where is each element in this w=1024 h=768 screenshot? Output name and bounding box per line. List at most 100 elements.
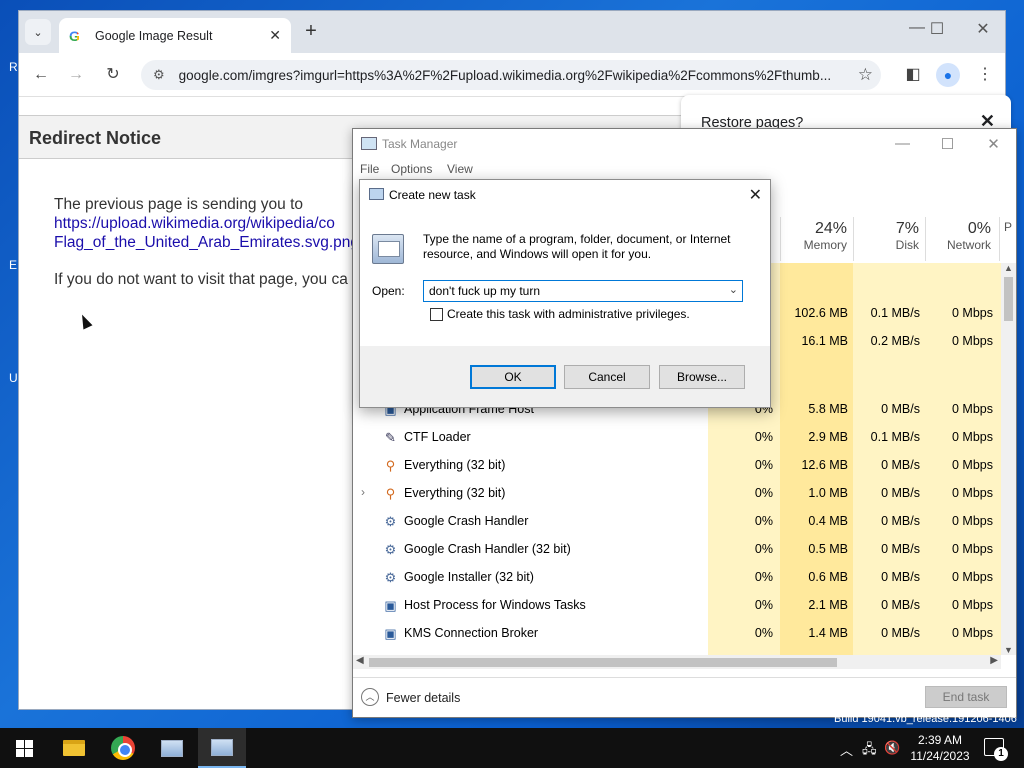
disk-value: 0 MB/s [881,598,920,612]
network-icon[interactable]: 🖧 [862,740,877,762]
cpu-value: 0% [754,514,773,528]
admin-privileges-checkbox[interactable]: Create this task with administrative pri… [430,307,690,321]
network-value: 0 Mbps [952,542,993,556]
scroll-thumb[interactable] [1004,277,1013,321]
table-row[interactable]: ✎ CTF Loader 0% 2.9 MB 0.1 MB/s 0 Mbps [353,423,1001,451]
task-manager-icon [361,137,377,150]
power-column-header[interactable]: P [999,217,1017,261]
redirect-warning: If you do not want to visit that page, y… [54,271,348,288]
back-arrow-icon: ← [33,66,49,83]
power-label: P [1004,220,1013,234]
table-row[interactable]: › ⚲ Everything (32 bit) 0% 1.0 MB 0 MB/s 0 Mbp… [353,479,1001,507]
maximize-button[interactable]: ☐ [925,135,970,153]
disk-value: 0 MB/s [881,402,920,416]
windows-logo-icon [15,739,33,757]
network-column-header[interactable]: 0% Network [925,217,997,261]
table-row[interactable]: ⚙ Google Crash Handler (32 bit) 0% 0.5 MB 0 … [353,535,1001,563]
vertical-scrollbar[interactable]: ▲ ▼ [1001,263,1016,655]
memory-value: 2.1 MB [808,598,848,612]
tab-google-image-result[interactable]: G Google Image Result ✕ [59,18,291,53]
chrome-menu-button[interactable]: ⋮ [973,63,997,87]
close-window-button[interactable]: ✕ [971,135,1016,153]
chevron-up-icon[interactable]: ︿ [361,688,379,706]
tab-close-icon[interactable]: ✕ [269,27,281,44]
chevron-down-icon[interactable]: ⌄ [729,283,738,296]
open-input[interactable]: don't fuck up my turn ⌄ [423,280,743,302]
end-task-button[interactable]: End task [925,686,1007,708]
bookmark-star-icon[interactable]: ☆ [858,65,873,85]
reload-button[interactable]: ↻ [101,63,125,87]
open-input-value: don't fuck up my turn [429,284,541,298]
close-icon[interactable]: ✕ [749,185,762,205]
chevron-up-icon[interactable]: ︿ [840,740,853,759]
memory-label: Memory [803,238,847,252]
process-name: CTF Loader [404,430,471,444]
back-button[interactable]: ← [29,63,53,87]
table-row[interactable]: ⚙ Google Crash Handler 0% 0.4 MB 0 MB/s 0 Mbp… [353,507,1001,535]
pen-icon: ✎ [385,430,396,445]
process-name: Google Installer (32 bit) [404,570,534,584]
memory-value: 12.6 MB [801,458,848,472]
menu-view[interactable]: View [447,162,473,176]
start-button[interactable] [0,728,48,768]
scroll-down-icon[interactable]: ▼ [1004,645,1013,655]
memory-value: 1.0 MB [808,486,848,500]
reload-icon: ↻ [106,66,120,83]
network-value: 0 Mbps [952,430,993,444]
cancel-button[interactable]: Cancel [564,365,650,389]
scroll-left-icon[interactable]: ◀ [356,655,364,666]
taskbar-app[interactable] [148,728,196,768]
kebab-menu-icon: ⋮ [977,66,993,83]
memory-column-header[interactable]: 24% Memory [780,217,853,261]
disk-column-header[interactable]: 7% Disk [853,217,925,261]
forward-button[interactable]: → [64,63,88,87]
scroll-right-icon[interactable]: ▶ [990,655,998,666]
new-tab-button[interactable]: + [299,20,323,44]
browse-button[interactable]: Browse... [659,365,745,389]
cpu-value: 0% [754,458,773,472]
magnifier-icon: ⚲ [385,458,396,473]
checkbox-box[interactable] [430,307,443,321]
redirect-link-continued[interactable]: Flag_of_the_United_Arab_Emirates.svg.png [54,233,359,252]
disk-label: Disk [895,238,919,252]
network-value: 0 Mbps [952,570,993,584]
network-value: 0 Mbps [952,402,993,416]
horizontal-scrollbar[interactable]: ◀ ▶ [353,655,1001,669]
notification-count: 1 [994,747,1008,761]
run-program-icon [372,234,404,264]
address-bar[interactable]: ⚙ google.com/imgres?imgurl=https%3A%2F%2… [141,60,881,90]
table-row[interactable]: ⚲ Everything (32 bit) 0% 12.6 MB 0 MB/s 0 Mbp… [353,451,1001,479]
profile-avatar[interactable]: ● [936,63,960,87]
ok-button[interactable]: OK [470,365,556,389]
volume-muted-icon[interactable]: 🔇 [884,740,900,756]
maximize-button[interactable]: ☐ [917,19,957,39]
dialog-titlebar[interactable]: Create new task ✕ [360,180,770,210]
process-name: KMS Connection Broker [404,626,539,640]
table-row[interactable]: ▣ Host Process for Windows Tasks 0% 2.1 MB 0… [353,591,1001,619]
site-info-icon[interactable]: ⚙ [153,67,165,83]
tab-search-button[interactable]: ⌄ [25,19,51,45]
clock-time: 2:39 AM [917,733,963,747]
close-window-button[interactable]: ✕ [963,19,1003,39]
scroll-thumb[interactable] [369,658,837,667]
expand-chevron-icon[interactable]: › [361,485,365,499]
process-name: Google Crash Handler [404,514,529,528]
cpu-value: 0% [754,570,773,584]
table-row[interactable]: ⚙ Google Installer (32 bit) 0% 0.6 MB 0 MB/s… [353,563,1001,591]
table-row[interactable]: ▣ KMS Connection Broker 0% 1.4 MB 0 MB/s 0 Mb… [353,619,1001,647]
network-value: 0 Mbps [952,334,993,348]
minimize-button[interactable]: — [880,135,925,152]
taskbar-file-explorer[interactable] [50,728,98,768]
taskbar-task-manager[interactable] [198,728,246,768]
menu-file[interactable]: File [360,162,379,176]
fewer-details-link[interactable]: Fewer details [386,691,460,705]
menu-options[interactable]: Options [391,162,432,176]
side-panel-button[interactable]: ◧ [901,63,925,87]
system-clock[interactable]: 2:39 AM 11/24/2023 [905,732,975,764]
app-window-icon [161,739,183,757]
dialog-prompt: Type the name of a program, folder, docu… [423,232,731,261]
redirect-link[interactable]: https://upload.wikimedia.org/wikipedia/c… [54,214,359,233]
task-manager-titlebar[interactable]: Task Manager — ☐ ✕ [353,129,1016,159]
scroll-up-icon[interactable]: ▲ [1004,263,1013,273]
taskbar-chrome[interactable] [99,728,147,768]
